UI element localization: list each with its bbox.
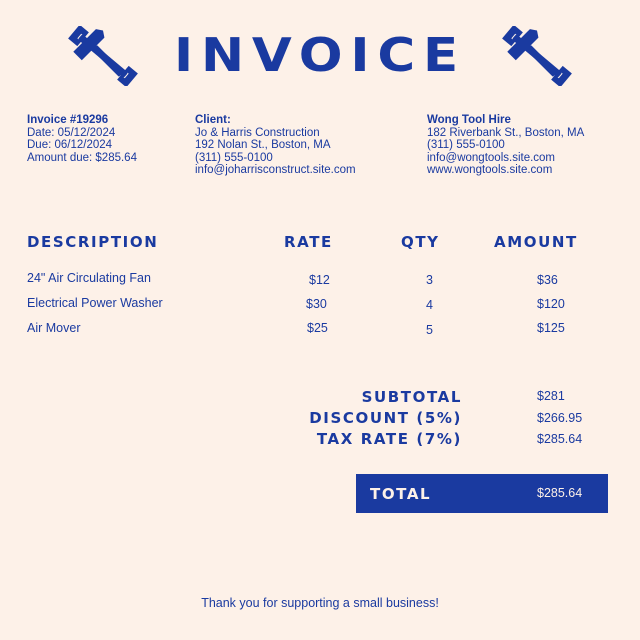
tax-rate-label: TAX RATE (7%): [316, 430, 462, 448]
row-3-qty: 5: [426, 323, 433, 337]
footer-message: Thank you for supporting a small busines…: [201, 596, 439, 610]
row-2-description: Electrical Power Washer: [27, 296, 163, 310]
company-phone: (311) 555-0100: [427, 139, 505, 152]
hammer-wrench-right-icon: [502, 26, 572, 86]
company-info: Wong Tool Hire 182 Riverbank St., Boston…: [427, 114, 584, 177]
column-header-qty: QTY: [401, 233, 440, 251]
discount-label: DISCOUNT (5%): [309, 409, 462, 427]
company-address: 182 Riverbank St., Boston, MA: [427, 126, 585, 139]
row-2-qty: 4: [426, 298, 433, 312]
subtotal-value: $281: [537, 389, 565, 403]
row-2-amount: $120: [537, 297, 565, 311]
column-header-rate: RATE: [284, 233, 333, 251]
client-heading: Client:: [195, 114, 231, 126]
tax-rate-value: $285.64: [537, 432, 583, 446]
client-email: info@joharrisconstruct.site.com: [195, 164, 356, 177]
company-email: info@wongtools.site.com: [427, 151, 556, 164]
invoice-amount-due: Amount due: $285.64: [27, 151, 137, 164]
client-phone: (311) 555-0100: [195, 151, 273, 164]
row-1-rate: $12: [309, 273, 330, 287]
discount-value: $266.95: [537, 411, 583, 425]
client-info: Client: Jo & Harris Construction 192 Nol…: [195, 114, 356, 177]
row-1-amount: $36: [537, 273, 558, 287]
client-name: Jo & Harris Construction: [195, 126, 320, 139]
column-header-amount: AMOUNT: [494, 233, 578, 251]
total-value: $285.64: [537, 486, 583, 500]
subtotal-label: SUBTOTAL: [361, 388, 462, 406]
invoice-number: Invoice #19296: [27, 114, 109, 126]
row-2-rate: $30: [306, 297, 327, 311]
client-address: 192 Nolan St., Boston, MA: [195, 139, 331, 152]
invoice-due-date: Due: 06/12/2024: [27, 139, 113, 152]
row-3-amount: $125: [537, 321, 565, 335]
total-label: TOTAL: [370, 485, 432, 503]
invoice-date: Date: 05/12/2024: [27, 126, 116, 139]
row-1-qty: 3: [426, 273, 433, 287]
total-box: TOTAL $285.64: [356, 474, 608, 513]
company-name: Wong Tool Hire: [427, 114, 511, 126]
row-1-description: 24" Air Circulating Fan: [27, 271, 151, 285]
column-header-description: DESCRIPTION: [27, 233, 159, 251]
invoice-info: Invoice #19296 Date: 05/12/2024 Due: 06/…: [27, 114, 137, 164]
row-3-description: Air Mover: [27, 321, 81, 335]
company-website: www.wongtools.site.com: [427, 164, 553, 177]
row-3-rate: $25: [307, 321, 328, 335]
